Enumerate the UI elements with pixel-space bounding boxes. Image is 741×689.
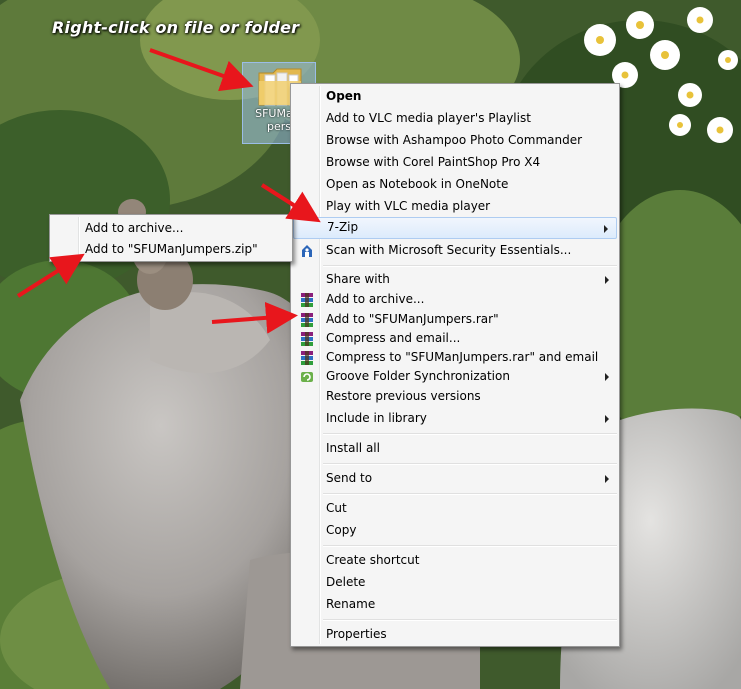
7zip-submenu: Add to archive... Add to "SFUManJumpers.…	[49, 214, 293, 262]
menu-item-restore-previous-versions[interactable]: Restore previous versions	[293, 386, 617, 407]
menu-item-compress-and-email[interactable]: Compress and email...	[293, 328, 617, 349]
menu-item-add-to-vlc-playlist[interactable]: Add to VLC media player's Playlist	[293, 108, 617, 129]
menu-separator	[323, 619, 617, 621]
menu-item-install-all[interactable]: Install all	[293, 438, 617, 459]
menu-item-play-vlc[interactable]: Play with VLC media player	[293, 196, 617, 217]
menu-separator	[323, 463, 617, 465]
winrar-icon	[301, 293, 313, 307]
menu-item-7zip[interactable]: 7-Zip	[293, 217, 617, 239]
menu-item-send-to[interactable]: Send to	[293, 468, 617, 489]
menu-item-browse-ashampoo[interactable]: Browse with Ashampoo Photo Commander	[293, 130, 617, 151]
menu-item-browse-corel[interactable]: Browse with Corel PaintShop Pro X4	[293, 152, 617, 173]
menu-separator	[323, 545, 617, 547]
context-menu: Open Add to VLC media player's Playlist …	[290, 83, 620, 647]
menu-item-add-to-rar[interactable]: Add to "SFUManJumpers.rar"	[293, 309, 617, 330]
menu-item-share-with[interactable]: Share with	[293, 269, 617, 290]
groove-sync-icon	[301, 372, 313, 382]
menu-item-delete[interactable]: Delete	[293, 572, 617, 593]
submenu-arrow-icon	[605, 475, 609, 483]
menu-item-properties[interactable]: Properties	[293, 624, 617, 645]
submenu-item-add-to-archive[interactable]: Add to archive...	[52, 218, 290, 239]
security-shield-icon	[302, 245, 312, 257]
menu-item-compress-rar-and-email[interactable]: Compress to "SFUManJumpers.rar" and emai…	[293, 347, 617, 368]
winrar-icon	[301, 351, 313, 365]
submenu-arrow-icon	[605, 276, 609, 284]
menu-item-rename[interactable]: Rename	[293, 594, 617, 615]
menu-item-open-onenote[interactable]: Open as Notebook in OneNote	[293, 174, 617, 195]
submenu-item-add-to-zip[interactable]: Add to "SFUManJumpers.zip"	[52, 239, 290, 260]
menu-separator	[323, 493, 617, 495]
winrar-icon	[301, 313, 313, 327]
instruction-caption: Right-click on file or folder	[52, 18, 300, 37]
submenu-arrow-icon	[604, 225, 608, 233]
menu-item-scan-security-essentials[interactable]: Scan with Microsoft Security Essentials.…	[293, 240, 617, 261]
menu-separator	[323, 265, 617, 267]
menu-item-cut[interactable]: Cut	[293, 498, 617, 519]
winrar-icon	[301, 332, 313, 346]
menu-item-open[interactable]: Open	[293, 86, 617, 107]
menu-item-include-in-library[interactable]: Include in library	[293, 408, 617, 429]
menu-separator	[323, 433, 617, 435]
menu-item-copy[interactable]: Copy	[293, 520, 617, 541]
menu-item-create-shortcut[interactable]: Create shortcut	[293, 550, 617, 571]
menu-item-add-to-archive[interactable]: Add to archive...	[293, 289, 617, 310]
submenu-arrow-icon	[605, 415, 609, 423]
menu-item-groove-sync[interactable]: Groove Folder Synchronization	[293, 366, 617, 387]
submenu-arrow-icon	[605, 373, 609, 381]
